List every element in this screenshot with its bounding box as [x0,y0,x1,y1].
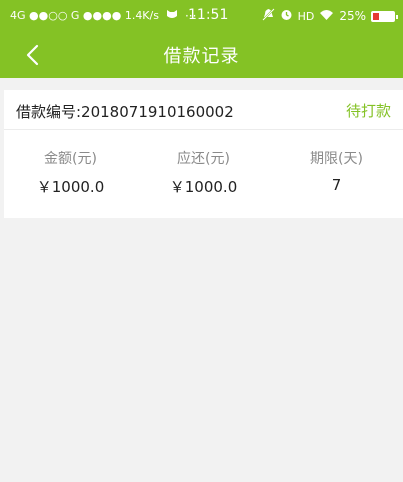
app-notification-icon [165,8,179,23]
network-status: 4G ●●○○ G ●●●● 1.4K/s [10,9,159,22]
stat-value: ￥1000.0 [36,178,105,196]
stat-value: 7 [331,176,342,194]
status-bar: 4G ●●○○ G ●●●● 1.4K/s ··· 11:51 HD 25% [0,0,403,32]
wifi-icon [319,9,334,24]
muted-bell-icon [261,8,275,24]
header-bar: 4G ●●○○ G ●●●● 1.4K/s ··· 11:51 HD 25% 借… [0,0,403,78]
battery-icon [371,10,398,22]
loan-header: 借款编号:2018071910160002 待打款 [4,90,403,130]
stat-term: 期限(天) 7 [270,148,403,197]
clock: 11:51 [188,7,229,23]
battery-percent: 25% [339,9,366,23]
stat-label: 金额(元) [44,151,97,167]
nav-bar: 借款记录 [0,32,403,78]
battery-level [373,12,379,20]
stat-label: 期限(天) [310,151,363,167]
loan-stats: 金额(元) ￥1000.0 应还(元) ￥1000.0 期限(天) 7 [4,148,403,197]
status-right: HD 25% [261,8,398,24]
loan-record-card[interactable]: 借款编号:2018071910160002 待打款 金额(元) ￥1000.0 … [4,90,403,218]
stat-value: ￥1000.0 [169,178,238,196]
status-left: 4G ●●○○ G ●●●● 1.4K/s ··· [10,8,196,23]
page-title: 借款记录 [163,46,240,67]
hd-indicator: HD [297,9,315,23]
loan-status-badge[interactable]: 待打款 [346,100,391,121]
stat-repay: 应还(元) ￥1000.0 [137,148,270,197]
alarm-icon [280,8,293,24]
stat-amount: 金额(元) ￥1000.0 [4,148,137,197]
stat-label: 应还(元) [177,151,230,167]
loan-number: 借款编号:2018071910160002 [16,103,234,121]
